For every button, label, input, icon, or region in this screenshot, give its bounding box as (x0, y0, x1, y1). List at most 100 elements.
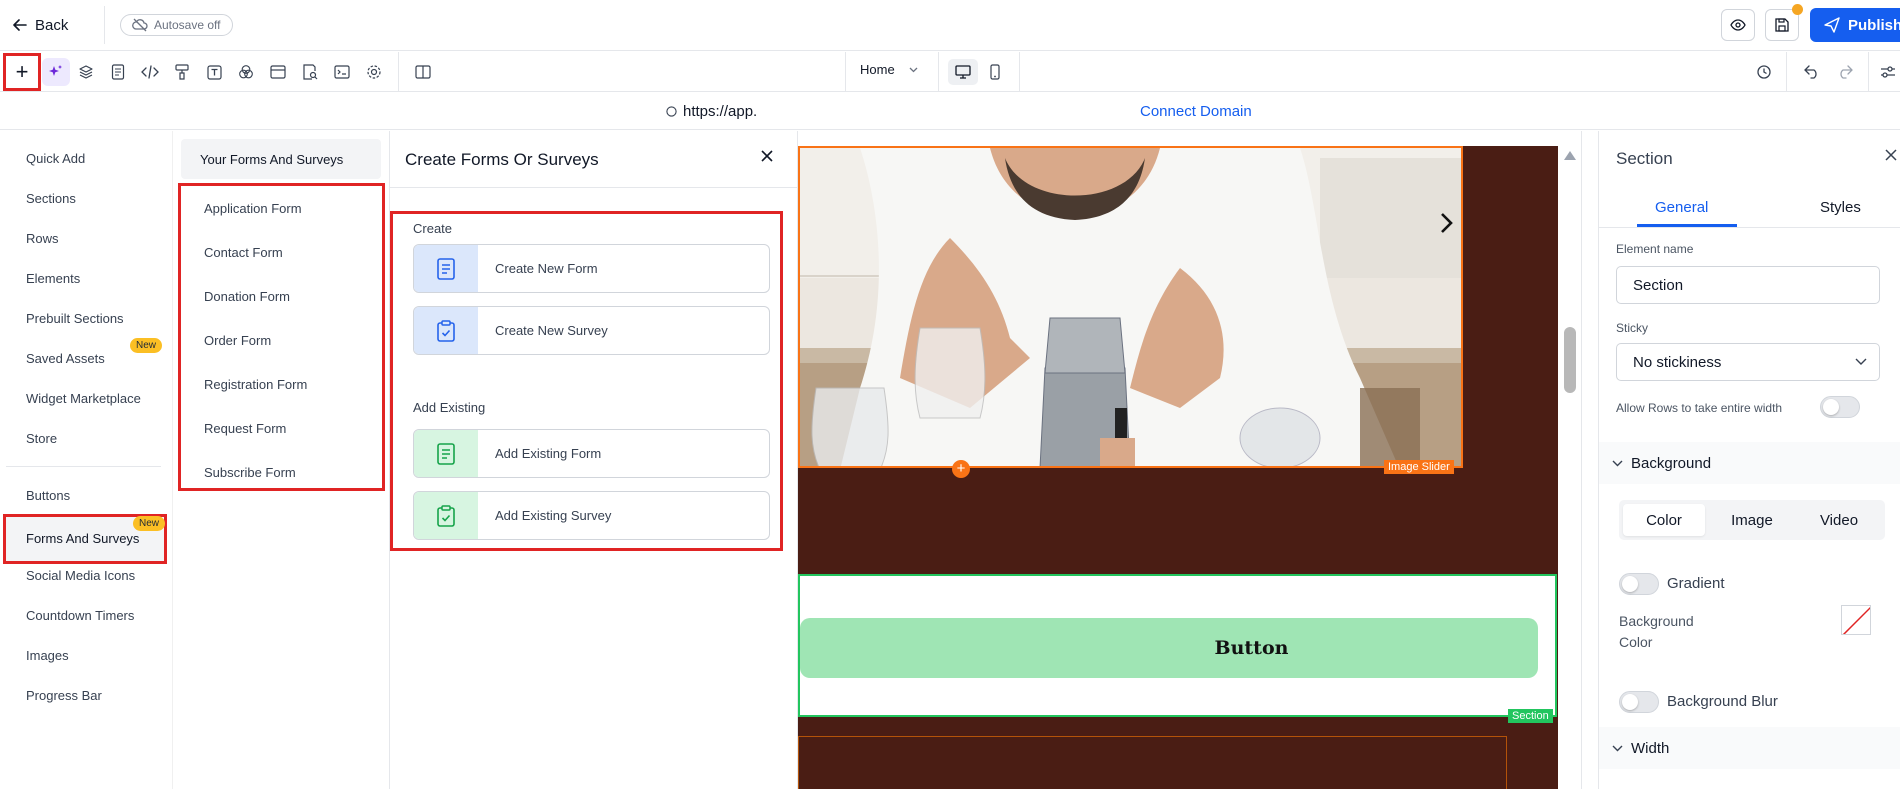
form-registration[interactable]: Registration Form (204, 377, 307, 392)
category-rows[interactable]: Rows (26, 231, 59, 246)
tab-general[interactable]: General (1655, 199, 1708, 216)
code-button[interactable] (138, 61, 162, 83)
create-options: Create Create New Form Create New Survey… (390, 211, 783, 551)
mobile-view-button[interactable] (983, 61, 1007, 83)
chevron-right-icon[interactable] (1440, 212, 1454, 234)
properties-panel: Section General Styles Element name Sect… (1598, 131, 1900, 789)
section-element[interactable]: Button (798, 574, 1557, 717)
form-contact[interactable]: Contact Form (204, 245, 283, 260)
top-bar: Back Autosave off Publish (0, 0, 1900, 51)
category-social-media-icons[interactable]: Social Media Icons (26, 568, 135, 583)
layers-button[interactable] (74, 61, 98, 83)
add-existing-form-button[interactable]: Add Existing Form (413, 429, 770, 478)
canvas-scrollbar[interactable] (1558, 131, 1582, 789)
autosave-toggle[interactable]: Autosave off (120, 14, 233, 36)
category-progress-bar[interactable]: Progress Bar (26, 688, 102, 703)
create-new-survey-label: Create New Survey (495, 323, 608, 338)
cloud-off-icon (132, 18, 148, 32)
redo-icon (1837, 65, 1853, 79)
color-circles-icon (238, 64, 254, 80)
close-button[interactable] (1884, 148, 1898, 162)
popup-button[interactable] (266, 61, 290, 83)
panel-title: Section (1616, 149, 1673, 168)
background-blur-toggle[interactable] (1619, 691, 1659, 713)
scroll-up-arrow-icon[interactable] (1564, 151, 1576, 160)
image-slider-badge: Image Slider (1384, 460, 1454, 474)
custom-js-button[interactable] (330, 61, 354, 83)
divider (1868, 52, 1869, 92)
page-settings-button[interactable] (1876, 61, 1900, 83)
tab-bg-video[interactable]: Video (1798, 504, 1880, 536)
add-existing-survey-button[interactable]: Add Existing Survey (413, 491, 770, 540)
create-new-form-button[interactable]: Create New Form (413, 244, 770, 293)
form-application[interactable]: Application Form (204, 201, 302, 216)
canvas-button-element[interactable]: Button (800, 618, 1538, 678)
category-quick-add[interactable]: Quick Add (26, 151, 85, 166)
background-section-header[interactable]: Background (1599, 442, 1900, 484)
category-buttons[interactable]: Buttons (26, 488, 70, 503)
section-badge: Section (1508, 709, 1553, 723)
window-icon (270, 65, 286, 79)
typography-button[interactable] (202, 61, 226, 83)
tab-bg-color[interactable]: Color (1623, 504, 1705, 536)
history-button[interactable] (1752, 61, 1776, 83)
divider (938, 52, 939, 92)
colors-button[interactable] (234, 61, 258, 83)
close-icon (760, 149, 774, 163)
eye-icon (1730, 19, 1746, 31)
sticky-select[interactable]: No stickiness (1616, 343, 1880, 381)
image-slider-element[interactable] (798, 146, 1463, 468)
split-view-button[interactable] (411, 61, 435, 83)
desktop-view-button[interactable] (948, 59, 978, 85)
background-color-swatch[interactable] (1841, 605, 1871, 635)
allow-rows-toggle[interactable] (1820, 396, 1860, 418)
back-button[interactable]: Back (13, 14, 68, 36)
gradient-toggle[interactable] (1619, 573, 1659, 595)
divider (1599, 227, 1900, 228)
tab-styles[interactable]: Styles (1820, 199, 1861, 216)
category-store[interactable]: Store (26, 431, 57, 446)
add-element-button[interactable]: + (952, 460, 970, 478)
category-forms-and-surveys[interactable]: Forms And Surveys New (3, 514, 167, 564)
category-elements[interactable]: Elements (26, 271, 80, 286)
width-section-header[interactable]: Width (1599, 727, 1900, 769)
category-sections[interactable]: Sections (26, 191, 76, 206)
category-countdown-timers[interactable]: Countdown Timers (26, 608, 134, 623)
pages-button[interactable] (106, 61, 130, 83)
close-button[interactable] (760, 149, 774, 163)
desktop-icon (955, 65, 971, 79)
ai-assistant-button[interactable] (42, 58, 70, 86)
undo-button[interactable] (1800, 61, 1824, 83)
category-prebuilt-sections[interactable]: Prebuilt Sections (26, 311, 124, 326)
element-name-input[interactable]: Section (1616, 266, 1880, 304)
theme-button[interactable] (170, 61, 194, 83)
redo-button[interactable] (1833, 61, 1857, 83)
undo-icon (1804, 65, 1820, 79)
settings-button[interactable] (362, 61, 386, 83)
tab-bg-image[interactable]: Image (1711, 504, 1793, 536)
form-request[interactable]: Request Form (204, 421, 286, 436)
text-icon (206, 64, 222, 80)
site-url: https://app. (666, 103, 757, 120)
form-order[interactable]: Order Form (204, 333, 271, 348)
element-categories: Quick Add Sections Rows Elements Prebuil… (0, 131, 172, 789)
category-images[interactable]: Images (26, 648, 69, 663)
category-widget-marketplace[interactable]: Widget Marketplace (26, 391, 141, 406)
page-select[interactable]: Home (860, 62, 918, 77)
preview-button[interactable] (1721, 9, 1755, 41)
tab-your-forms-and-surveys[interactable]: Your Forms And Surveys (181, 139, 381, 179)
category-saved-assets[interactable]: Saved Assets (26, 351, 105, 366)
seo-button[interactable] (298, 61, 322, 83)
connect-domain-link[interactable]: Connect Domain (1140, 103, 1252, 120)
form-subscribe[interactable]: Subscribe Form (204, 465, 296, 480)
scroll-thumb[interactable] (1564, 327, 1576, 393)
row-element[interactable] (798, 736, 1507, 789)
add-elements-button[interactable]: + (3, 53, 41, 91)
editor-canvas[interactable]: Image Slider + Button Section (798, 131, 1558, 789)
create-new-survey-button[interactable]: Create New Survey (413, 306, 770, 355)
sliders-icon (1880, 65, 1896, 79)
slider-image (800, 148, 1461, 466)
form-donation[interactable]: Donation Form (204, 289, 290, 304)
publish-button[interactable]: Publish (1810, 8, 1900, 42)
builder-toolbar: + Home (0, 52, 1900, 92)
